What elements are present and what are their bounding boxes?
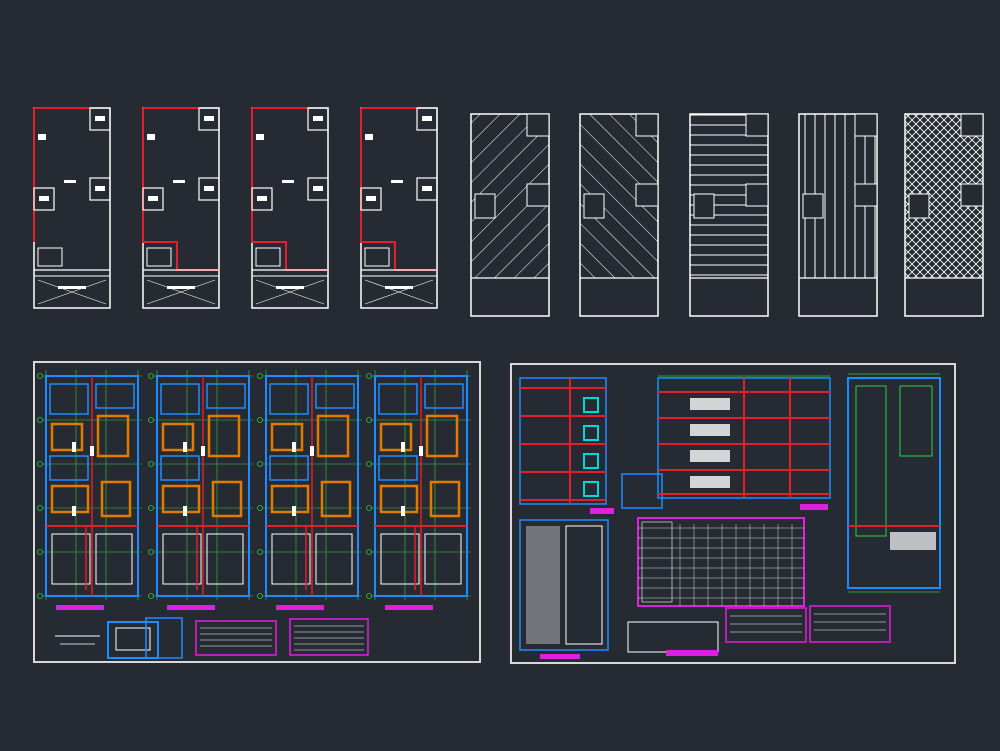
structural-plan-3 (257, 370, 362, 610)
cad-drawing-canvas (33, 107, 984, 664)
sheet-floor-plans[interactable] (33, 361, 481, 663)
structural-plan-1 (37, 370, 142, 610)
sheet-sections[interactable] (510, 363, 956, 664)
floor-plans-row (33, 107, 438, 309)
detail-tables (627, 621, 719, 653)
section-drawing-3 (519, 519, 609, 659)
section-drawing-2 (657, 375, 831, 510)
slab-horizontal[interactable] (689, 113, 769, 317)
schedule-table-2 (289, 618, 369, 656)
plan-drawing-right (847, 373, 941, 593)
section-drawing-1 (519, 377, 614, 514)
plan-3[interactable] (251, 107, 329, 309)
structural-plan-4 (366, 370, 471, 610)
column-schedule-table (637, 517, 805, 607)
slab-vertical[interactable] (798, 113, 878, 317)
slab-diagonal-1[interactable] (470, 113, 550, 317)
plan-4[interactable] (360, 107, 438, 309)
slab-grid[interactable] (904, 113, 984, 317)
schedule-table-1 (195, 620, 277, 656)
slab-patterns-row (470, 113, 984, 317)
schedule-table-4 (809, 605, 891, 643)
plan-2[interactable] (142, 107, 220, 309)
plan-1[interactable] (33, 107, 111, 309)
schedule-table-3 (725, 607, 807, 643)
detail-small (621, 473, 663, 509)
structural-plan-2 (148, 370, 253, 610)
slab-diagonal-2[interactable] (579, 113, 659, 317)
